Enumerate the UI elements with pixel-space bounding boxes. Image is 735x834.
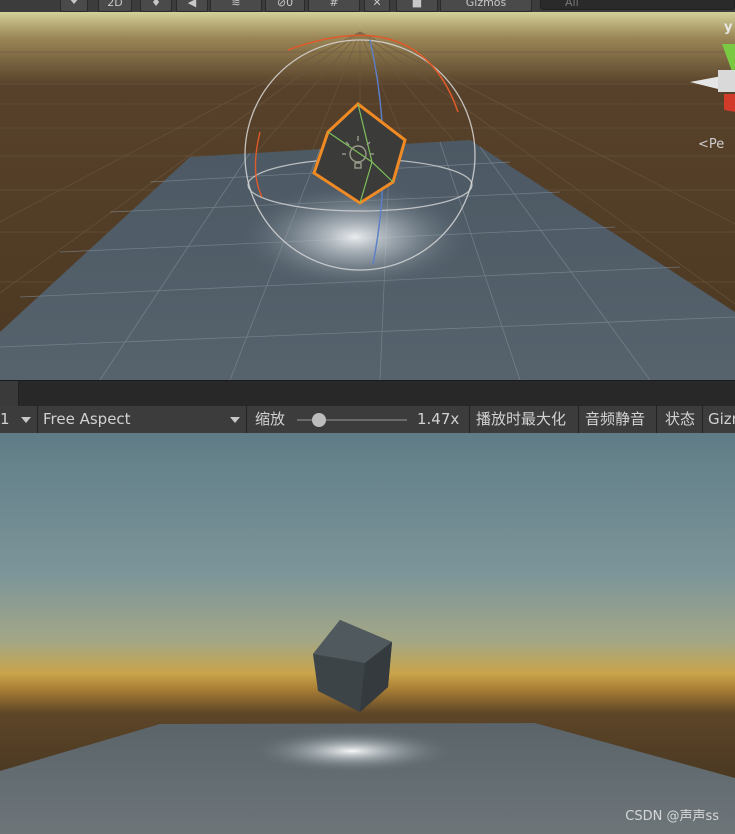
zoom-slider-thumb[interactable] [312, 413, 326, 427]
chevron-down-icon[interactable] [230, 417, 240, 423]
aspect-dropdown[interactable]: Free Aspect [43, 406, 131, 433]
audio-toggle-button[interactable]: ◀ [176, 0, 208, 12]
grid-toggle-button[interactable]: # [308, 0, 360, 12]
game-tab-bar [0, 380, 735, 407]
scene-view[interactable]: y <Pe [0, 12, 735, 380]
layers-icon: ≋ [231, 0, 241, 9]
gizmos-label: Gizmos [465, 0, 507, 9]
zoom-value: 1.47x [417, 410, 460, 428]
draw-mode-dropdown[interactable] [60, 0, 88, 12]
search-input[interactable]: All [540, 0, 735, 10]
camera-button[interactable]: ■ [396, 0, 438, 12]
hidden-count: 0 [286, 0, 294, 9]
speaker-icon: ◀ [187, 0, 197, 9]
game-toolbar: 1 Free Aspect 缩放 1.47x 播放时最大化 音频静音 状态 Gi… [0, 406, 735, 434]
display-label[interactable]: 1 [0, 406, 10, 433]
search-placeholder: All [565, 0, 579, 9]
tools-icon: ✕ [372, 0, 382, 9]
light-icon: ♦ [151, 0, 161, 9]
maximize-on-play-button[interactable]: 播放时最大化 [476, 406, 566, 433]
gizmos-button[interactable]: Gizm [708, 406, 735, 433]
axis-y-label: y [724, 20, 733, 35]
lighting-toggle-button[interactable]: ♦ [140, 0, 172, 12]
watermark: CSDN @声声ss [625, 809, 719, 824]
camera-icon: ■ [411, 0, 423, 9]
scene-visibility-button[interactable]: ⊘0 [265, 0, 305, 12]
game-tab[interactable] [0, 381, 19, 407]
projection-label[interactable]: <Pe [698, 137, 724, 152]
grid-icon: # [329, 0, 339, 9]
eye-hidden-icon: ⊘ [276, 0, 287, 9]
game-spot-light [247, 729, 457, 773]
mute-audio-button[interactable]: 音频静音 [585, 406, 645, 433]
display-dropdown-icon[interactable] [21, 417, 31, 423]
zoom-label: 缩放 [255, 410, 286, 428]
scene-viewport [0, 12, 735, 380]
2d-toggle-button[interactable]: 2D [98, 0, 132, 12]
game-view[interactable]: CSDN @声声ss [0, 433, 735, 834]
game-viewport [0, 433, 735, 834]
chevron-down-icon [69, 0, 79, 4]
gizmos-dropdown[interactable]: Gizmos [440, 0, 532, 12]
effects-toggle-button[interactable]: ≋ [210, 0, 262, 12]
chevron-left-icon: < [698, 137, 709, 152]
stats-button[interactable]: 状态 [665, 406, 695, 433]
tools-button[interactable]: ✕ [364, 0, 390, 12]
